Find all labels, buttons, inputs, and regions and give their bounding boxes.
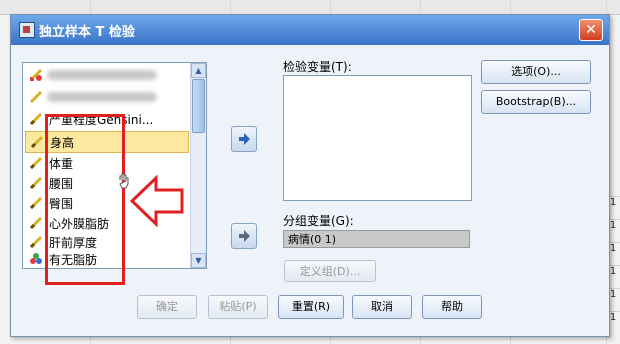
test-variable-label: 检验变量(T): <box>283 60 352 74</box>
dialog-title: 独立样本 T 检验 <box>39 25 135 40</box>
nominal-icon <box>30 253 42 264</box>
highlight-rectangle <box>45 114 125 285</box>
ruler-pencil-icon <box>29 235 43 249</box>
scroll-down-icon[interactable]: ▼ <box>191 253 206 268</box>
ruler-pencil-icon <box>29 176 43 190</box>
blurred-label <box>47 70 157 80</box>
app-icon <box>19 22 35 38</box>
move-to-group-button[interactable] <box>231 223 257 249</box>
list-item[interactable] <box>25 65 187 85</box>
group-variable-field[interactable]: 病情(0 1) <box>283 230 470 248</box>
vertical-scrollbar[interactable]: ▲ ▼ <box>190 63 206 268</box>
move-to-test-button[interactable] <box>231 126 257 152</box>
help-button[interactable]: 帮助 <box>422 295 482 319</box>
close-button[interactable]: ✕ <box>579 19 603 41</box>
scroll-thumb[interactable] <box>192 79 205 133</box>
options-button[interactable]: 选项(O)... <box>481 60 591 84</box>
ruler-pencil-icon <box>30 68 43 81</box>
ruler-pencil-icon <box>29 216 43 230</box>
paste-button[interactable]: 粘贴(P) <box>208 295 268 319</box>
test-variable-list[interactable] <box>283 75 472 201</box>
blurred-label <box>47 92 157 102</box>
right-arrow-icon <box>239 230 250 242</box>
ruler-pencil-icon <box>29 112 43 126</box>
cancel-button[interactable]: 取消 <box>352 295 412 319</box>
title-bar[interactable]: 独立样本 T 检验 ✕ <box>11 15 609 45</box>
reset-button[interactable]: 重置(R) <box>278 295 344 319</box>
red-left-arrow-icon <box>130 175 184 227</box>
ok-button[interactable]: 确定 <box>137 295 197 319</box>
ruler-pencil-icon <box>29 90 43 104</box>
bootstrap-button[interactable]: Bootstrap(B)... <box>481 90 591 114</box>
scroll-up-icon[interactable]: ▲ <box>191 63 206 78</box>
ruler-pencil-icon <box>30 135 44 149</box>
ruler-pencil-icon <box>29 156 43 170</box>
mouse-cursor-icon <box>119 173 129 189</box>
ruler-pencil-icon <box>29 196 43 210</box>
spreadsheet-header <box>0 0 620 15</box>
list-item[interactable] <box>25 87 187 107</box>
right-arrow-icon <box>239 133 250 145</box>
group-variable-label: 分组变量(G): <box>283 214 354 228</box>
define-groups-button[interactable]: 定义组(D)... <box>284 260 376 282</box>
